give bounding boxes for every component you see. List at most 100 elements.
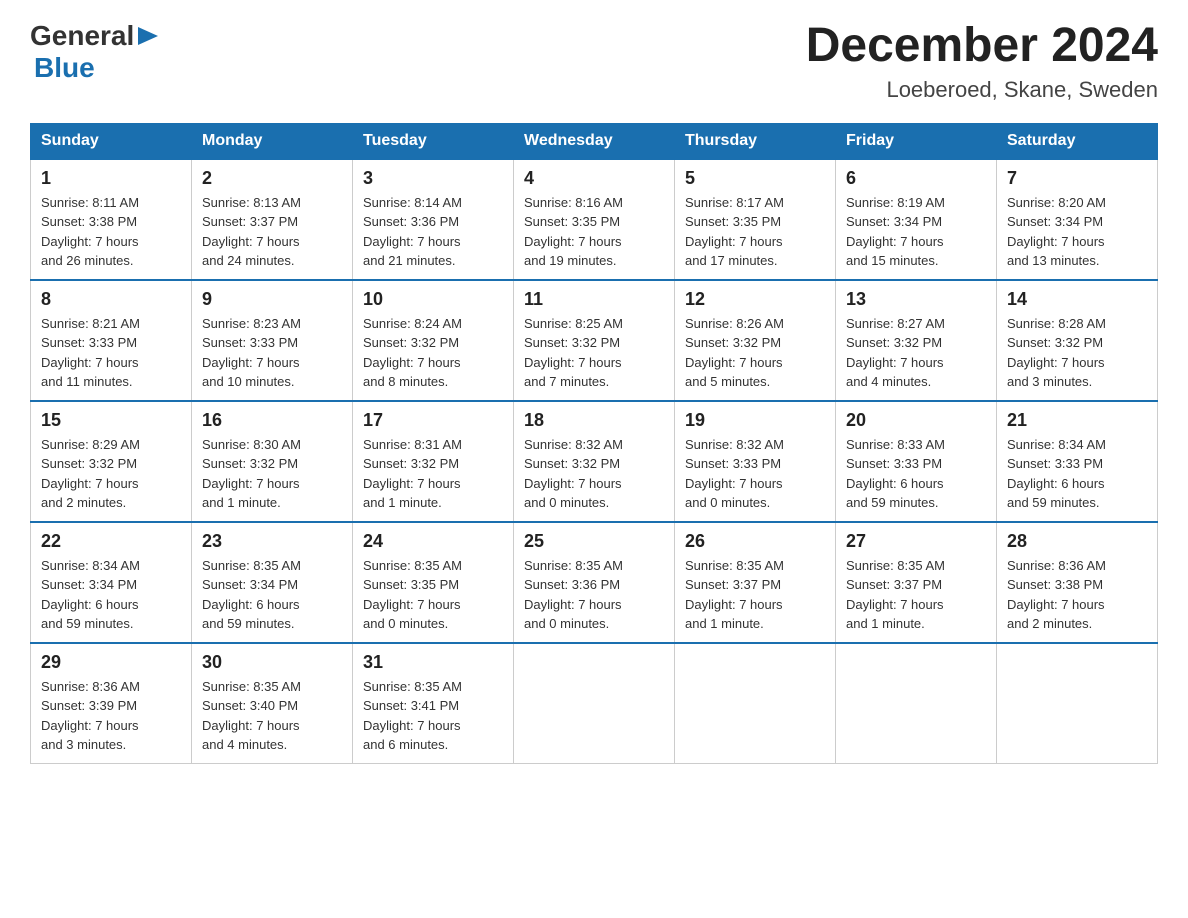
logo-general-text: General <box>30 20 134 52</box>
table-row: 29 Sunrise: 8:36 AM Sunset: 3:39 PM Dayli… <box>31 643 192 764</box>
day-number: 27 <box>846 531 986 552</box>
day-number: 25 <box>524 531 664 552</box>
table-row: 22 Sunrise: 8:34 AM Sunset: 3:34 PM Dayli… <box>31 522 192 643</box>
day-info: Sunrise: 8:33 AM Sunset: 3:33 PM Dayligh… <box>846 435 986 513</box>
day-number: 16 <box>202 410 342 431</box>
day-number: 7 <box>1007 168 1147 189</box>
day-info: Sunrise: 8:35 AM Sunset: 3:36 PM Dayligh… <box>524 556 664 634</box>
day-number: 29 <box>41 652 181 673</box>
day-number: 20 <box>846 410 986 431</box>
table-row: 25 Sunrise: 8:35 AM Sunset: 3:36 PM Dayli… <box>514 522 675 643</box>
table-row <box>514 643 675 764</box>
day-number: 8 <box>41 289 181 310</box>
table-row: 17 Sunrise: 8:31 AM Sunset: 3:32 PM Dayli… <box>353 401 514 522</box>
day-info: Sunrise: 8:36 AM Sunset: 3:39 PM Dayligh… <box>41 677 181 755</box>
calendar-subtitle: Loeberoed, Skane, Sweden <box>806 77 1158 103</box>
day-number: 12 <box>685 289 825 310</box>
day-number: 13 <box>846 289 986 310</box>
day-info: Sunrise: 8:35 AM Sunset: 3:35 PM Dayligh… <box>363 556 503 634</box>
table-row: 14 Sunrise: 8:28 AM Sunset: 3:32 PM Dayli… <box>997 280 1158 401</box>
logo-blue-text: Blue <box>34 52 95 83</box>
table-row <box>997 643 1158 764</box>
day-info: Sunrise: 8:11 AM Sunset: 3:38 PM Dayligh… <box>41 193 181 271</box>
day-info: Sunrise: 8:17 AM Sunset: 3:35 PM Dayligh… <box>685 193 825 271</box>
table-row: 10 Sunrise: 8:24 AM Sunset: 3:32 PM Dayli… <box>353 280 514 401</box>
day-number: 10 <box>363 289 503 310</box>
day-number: 30 <box>202 652 342 673</box>
table-row: 20 Sunrise: 8:33 AM Sunset: 3:33 PM Dayli… <box>836 401 997 522</box>
day-number: 17 <box>363 410 503 431</box>
table-row: 12 Sunrise: 8:26 AM Sunset: 3:32 PM Dayli… <box>675 280 836 401</box>
day-info: Sunrise: 8:35 AM Sunset: 3:37 PM Dayligh… <box>846 556 986 634</box>
calendar-title: December 2024 <box>806 20 1158 73</box>
logo: General Blue <box>30 20 164 84</box>
day-number: 3 <box>363 168 503 189</box>
day-info: Sunrise: 8:32 AM Sunset: 3:33 PM Dayligh… <box>685 435 825 513</box>
day-info: Sunrise: 8:35 AM Sunset: 3:34 PM Dayligh… <box>202 556 342 634</box>
day-info: Sunrise: 8:13 AM Sunset: 3:37 PM Dayligh… <box>202 193 342 271</box>
day-info: Sunrise: 8:35 AM Sunset: 3:41 PM Dayligh… <box>363 677 503 755</box>
table-row: 9Sunrise: 8:23 AM Sunset: 3:33 PM Daylig… <box>192 280 353 401</box>
table-row: 11 Sunrise: 8:25 AM Sunset: 3:32 PM Dayli… <box>514 280 675 401</box>
table-row: 31Sunrise: 8:35 AM Sunset: 3:41 PM Dayli… <box>353 643 514 764</box>
day-info: Sunrise: 8:24 AM Sunset: 3:32 PM Dayligh… <box>363 314 503 392</box>
day-info: Sunrise: 8:27 AM Sunset: 3:32 PM Dayligh… <box>846 314 986 392</box>
day-number: 18 <box>524 410 664 431</box>
table-row: 19Sunrise: 8:32 AM Sunset: 3:33 PM Dayli… <box>675 401 836 522</box>
day-info: Sunrise: 8:35 AM Sunset: 3:37 PM Dayligh… <box>685 556 825 634</box>
day-number: 21 <box>1007 410 1147 431</box>
table-row: 8 Sunrise: 8:21 AM Sunset: 3:33 PM Daylig… <box>31 280 192 401</box>
day-number: 15 <box>41 410 181 431</box>
day-number: 2 <box>202 168 342 189</box>
day-info: Sunrise: 8:30 AM Sunset: 3:32 PM Dayligh… <box>202 435 342 513</box>
day-number: 1 <box>41 168 181 189</box>
table-row: 23Sunrise: 8:35 AM Sunset: 3:34 PM Dayli… <box>192 522 353 643</box>
day-number: 26 <box>685 531 825 552</box>
table-row: 15 Sunrise: 8:29 AM Sunset: 3:32 PM Dayli… <box>31 401 192 522</box>
header-tuesday: Tuesday <box>353 123 514 159</box>
table-row: 16 Sunrise: 8:30 AM Sunset: 3:32 PM Dayli… <box>192 401 353 522</box>
day-number: 14 <box>1007 289 1147 310</box>
day-info: Sunrise: 8:20 AM Sunset: 3:34 PM Dayligh… <box>1007 193 1147 271</box>
header-saturday: Saturday <box>997 123 1158 159</box>
calendar-header: Sunday Monday Tuesday Wednesday Thursday… <box>31 123 1158 159</box>
day-number: 28 <box>1007 531 1147 552</box>
table-row: 4 Sunrise: 8:16 AM Sunset: 3:35 PM Daylig… <box>514 159 675 280</box>
table-row: 28 Sunrise: 8:36 AM Sunset: 3:38 PM Dayli… <box>997 522 1158 643</box>
day-info: Sunrise: 8:21 AM Sunset: 3:33 PM Dayligh… <box>41 314 181 392</box>
table-row: 6 Sunrise: 8:19 AM Sunset: 3:34 PM Daylig… <box>836 159 997 280</box>
table-row: 13 Sunrise: 8:27 AM Sunset: 3:32 PM Dayli… <box>836 280 997 401</box>
table-row: 30 Sunrise: 8:35 AM Sunset: 3:40 PM Dayli… <box>192 643 353 764</box>
table-row: 18 Sunrise: 8:32 AM Sunset: 3:32 PM Dayli… <box>514 401 675 522</box>
header-friday: Friday <box>836 123 997 159</box>
header-thursday: Thursday <box>675 123 836 159</box>
day-info: Sunrise: 8:14 AM Sunset: 3:36 PM Dayligh… <box>363 193 503 271</box>
day-number: 4 <box>524 168 664 189</box>
day-info: Sunrise: 8:31 AM Sunset: 3:32 PM Dayligh… <box>363 435 503 513</box>
day-info: Sunrise: 8:19 AM Sunset: 3:34 PM Dayligh… <box>846 193 986 271</box>
day-info: Sunrise: 8:36 AM Sunset: 3:38 PM Dayligh… <box>1007 556 1147 634</box>
day-info: Sunrise: 8:16 AM Sunset: 3:35 PM Dayligh… <box>524 193 664 271</box>
day-info: Sunrise: 8:26 AM Sunset: 3:32 PM Dayligh… <box>685 314 825 392</box>
day-info: Sunrise: 8:34 AM Sunset: 3:33 PM Dayligh… <box>1007 435 1147 513</box>
day-number: 9 <box>202 289 342 310</box>
day-number: 5 <box>685 168 825 189</box>
header-sunday: Sunday <box>31 123 192 159</box>
day-info: Sunrise: 8:25 AM Sunset: 3:32 PM Dayligh… <box>524 314 664 392</box>
logo-arrow-icon <box>134 21 164 51</box>
day-info: Sunrise: 8:34 AM Sunset: 3:34 PM Dayligh… <box>41 556 181 634</box>
day-info: Sunrise: 8:29 AM Sunset: 3:32 PM Dayligh… <box>41 435 181 513</box>
table-row: 27 Sunrise: 8:35 AM Sunset: 3:37 PM Dayli… <box>836 522 997 643</box>
day-number: 6 <box>846 168 986 189</box>
header-wednesday: Wednesday <box>514 123 675 159</box>
calendar-body: 1 Sunrise: 8:11 AM Sunset: 3:38 PM Daylig… <box>31 159 1158 764</box>
day-number: 11 <box>524 289 664 310</box>
day-info: Sunrise: 8:32 AM Sunset: 3:32 PM Dayligh… <box>524 435 664 513</box>
page-header: General Blue December 2024 Loeberoed, Sk… <box>30 20 1158 103</box>
table-row: 2 Sunrise: 8:13 AM Sunset: 3:37 PM Daylig… <box>192 159 353 280</box>
day-number: 22 <box>41 531 181 552</box>
day-info: Sunrise: 8:28 AM Sunset: 3:32 PM Dayligh… <box>1007 314 1147 392</box>
table-row: 3 Sunrise: 8:14 AM Sunset: 3:36 PM Daylig… <box>353 159 514 280</box>
day-info: Sunrise: 8:35 AM Sunset: 3:40 PM Dayligh… <box>202 677 342 755</box>
table-row <box>836 643 997 764</box>
